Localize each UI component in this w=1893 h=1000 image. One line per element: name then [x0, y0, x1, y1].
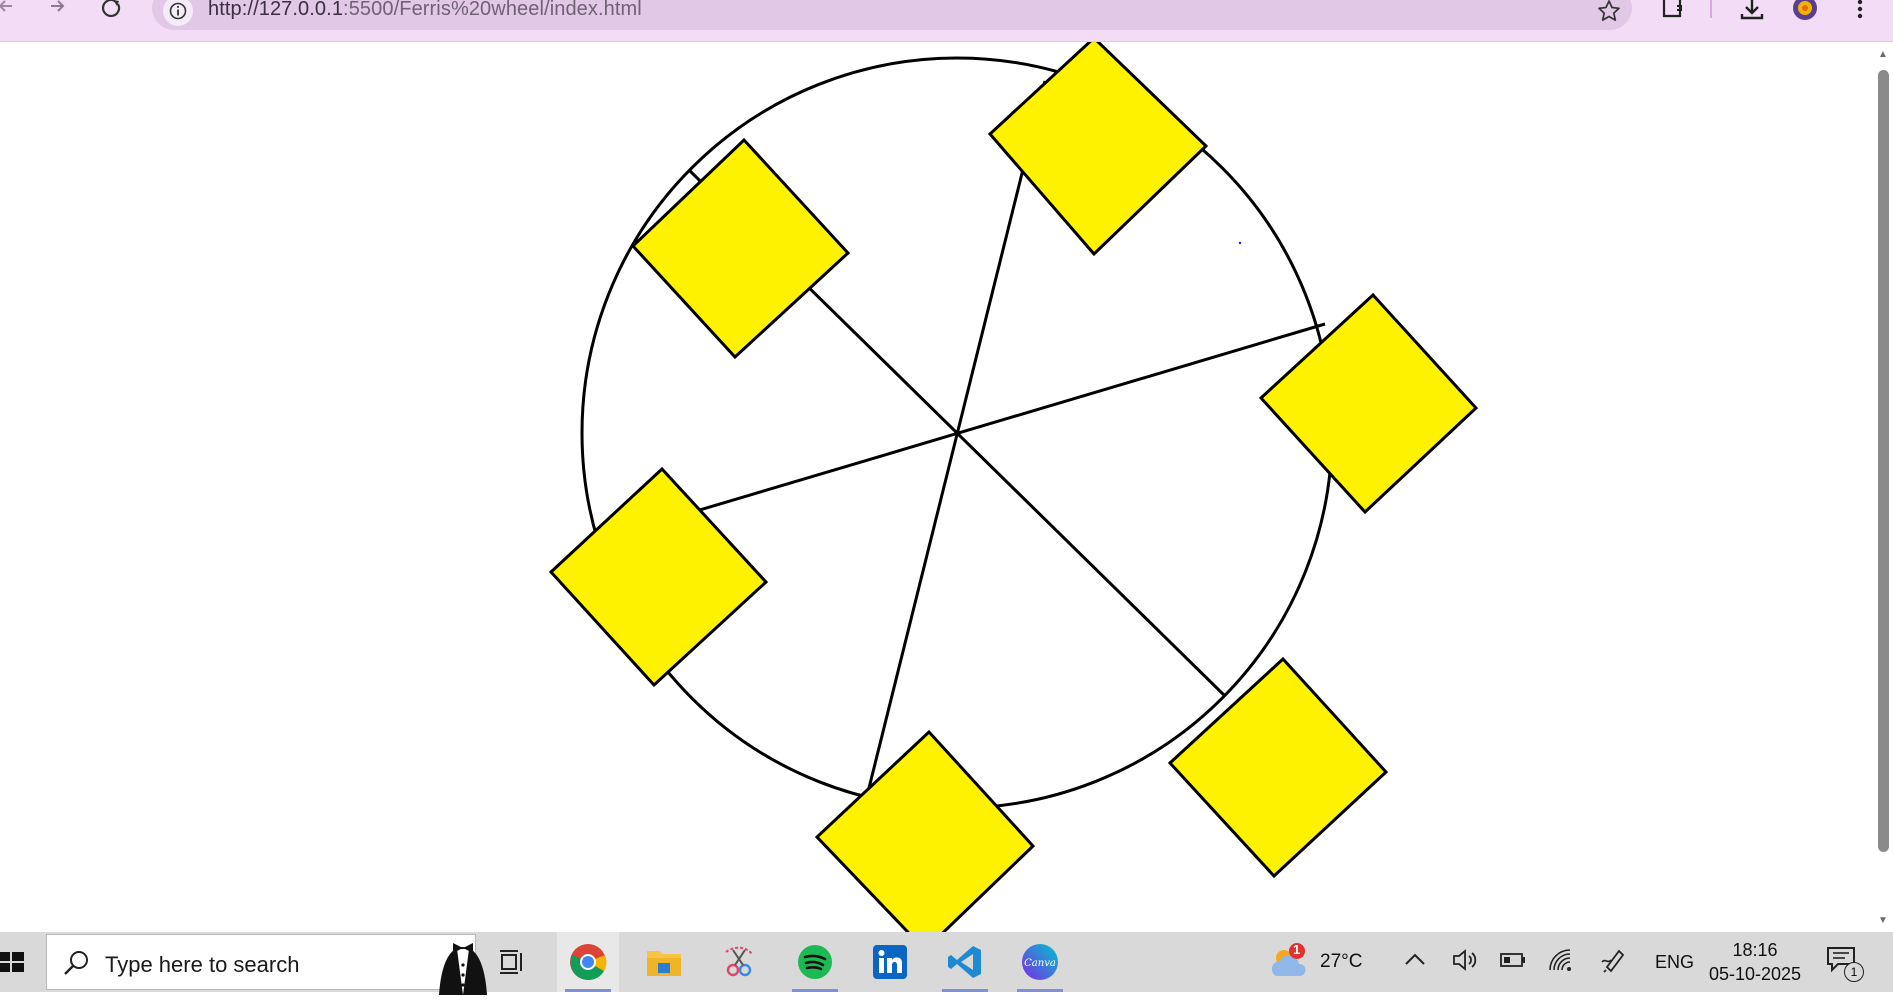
browser-menu-button[interactable]: [1850, 0, 1870, 20]
puzzle-icon: [1662, 0, 1682, 18]
speaker-icon: [1453, 949, 1477, 971]
taskbar-canva-app[interactable]: Canva: [1009, 932, 1071, 992]
snipping-tool-icon: [725, 946, 753, 977]
downloads-button[interactable]: [1738, 0, 1766, 20]
forward-button[interactable]: [46, 0, 70, 20]
taskbar-search-box[interactable]: Type here to search: [46, 934, 487, 995]
scrollbar-thumb[interactable]: [1878, 70, 1889, 852]
volume-button[interactable]: [1452, 949, 1478, 976]
url-path: :5500/Ferris%20wheel/index.html: [343, 0, 642, 20]
svg-text:Canva: Canva: [1024, 958, 1056, 969]
taskbar-chrome-app[interactable]: [557, 932, 619, 992]
notification-center-button[interactable]: 1: [1826, 946, 1866, 982]
clock-time: 18:16: [1732, 940, 1778, 960]
weather-badge-count: 1: [1293, 942, 1301, 957]
task-view-button[interactable]: [482, 932, 544, 992]
cabin: [814, 729, 1036, 932]
taskbar-linkedin-app[interactable]: [859, 932, 921, 992]
cabin: [1258, 292, 1479, 515]
search-icon: [63, 949, 91, 982]
weather-temperature[interactable]: 27°C: [1320, 951, 1362, 973]
clock-date: 05-10-2025: [1708, 964, 1802, 984]
battery-icon: [1500, 953, 1525, 967]
bookmark-star-button[interactable]: [1598, 0, 1620, 27]
canva-icon: Canva: [1022, 944, 1058, 980]
spotify-icon: [798, 945, 832, 979]
info-icon: [169, 2, 187, 20]
star-icon: [1598, 0, 1620, 21]
taskbar-spotify-app[interactable]: [784, 932, 846, 992]
folder-icon: [647, 951, 681, 976]
chrome-icon: [570, 944, 607, 980]
reload-button[interactable]: [100, 0, 124, 20]
show-hidden-icons-button[interactable]: [1404, 952, 1426, 971]
page-content: [0, 42, 1873, 932]
taskbar-file-explorer-app[interactable]: [633, 932, 695, 992]
scroll-down-arrow-icon[interactable]: ▼: [1877, 914, 1889, 926]
task-view-icon: [500, 950, 522, 974]
back-button[interactable]: [0, 0, 18, 20]
download-icon: [1740, 0, 1764, 20]
chevron-up-icon: [1405, 953, 1425, 965]
address-bar[interactable]: http://127.0.0.1:5500/Ferris%20wheel/ind…: [152, 0, 1632, 30]
ferris-wheel-canvas: [548, 42, 1479, 932]
pen-icon: [1601, 949, 1625, 973]
stray-dot: [1238, 241, 1242, 245]
toolbar-divider: [1710, 0, 1712, 18]
avatar-icon: [1793, 0, 1817, 20]
input-language[interactable]: ENG: [1655, 952, 1694, 973]
pen-menu-button[interactable]: [1600, 948, 1626, 979]
battery-indicator[interactable]: [1500, 952, 1526, 973]
wheel-spoke: [866, 80, 1047, 793]
scroll-up-arrow-icon[interactable]: ▲: [1877, 48, 1889, 60]
start-button[interactable]: [0, 944, 26, 980]
linkedin-icon: [873, 945, 907, 979]
url-host: http://127.0.0.1: [208, 0, 344, 20]
url-text[interactable]: http://127.0.0.1:5500/Ferris%20wheel/ind…: [208, 0, 642, 21]
taskbar-clock[interactable]: 18:16 05-10-2025: [1700, 938, 1810, 986]
cabin: [630, 137, 851, 360]
network-button[interactable]: [1548, 948, 1572, 977]
site-info-button[interactable]: [163, 0, 193, 26]
windows-logo-icon: [0, 952, 24, 972]
weather-widget-icon[interactable]: 1: [1268, 942, 1312, 982]
vscode-icon: [948, 946, 981, 978]
extensions-button[interactable]: [1660, 0, 1686, 20]
cabin: [987, 42, 1209, 257]
cabin: [1167, 656, 1389, 879]
page-scrollbar[interactable]: ▲ ▼: [1873, 42, 1893, 932]
taskbar-vscode-app[interactable]: [934, 932, 996, 992]
taskbar-snipping-tool-app[interactable]: [708, 932, 770, 992]
arrow-right-icon: [51, 0, 65, 12]
profile-avatar[interactable]: [1790, 0, 1820, 20]
browser-toolbar: http://127.0.0.1:5500/Ferris%20wheel/ind…: [0, 0, 1893, 42]
windows-taskbar: Type here to search Canva 1 27°C ENG 18:…: [0, 932, 1893, 995]
more-vertical-icon: [1857, 0, 1863, 19]
search-placeholder: Type here to search: [105, 952, 300, 977]
notification-count-badge: 1: [1844, 962, 1864, 982]
reload-icon: [101, 0, 121, 18]
arrow-left-icon: [0, 0, 12, 12]
wifi-icon: [1549, 949, 1571, 971]
